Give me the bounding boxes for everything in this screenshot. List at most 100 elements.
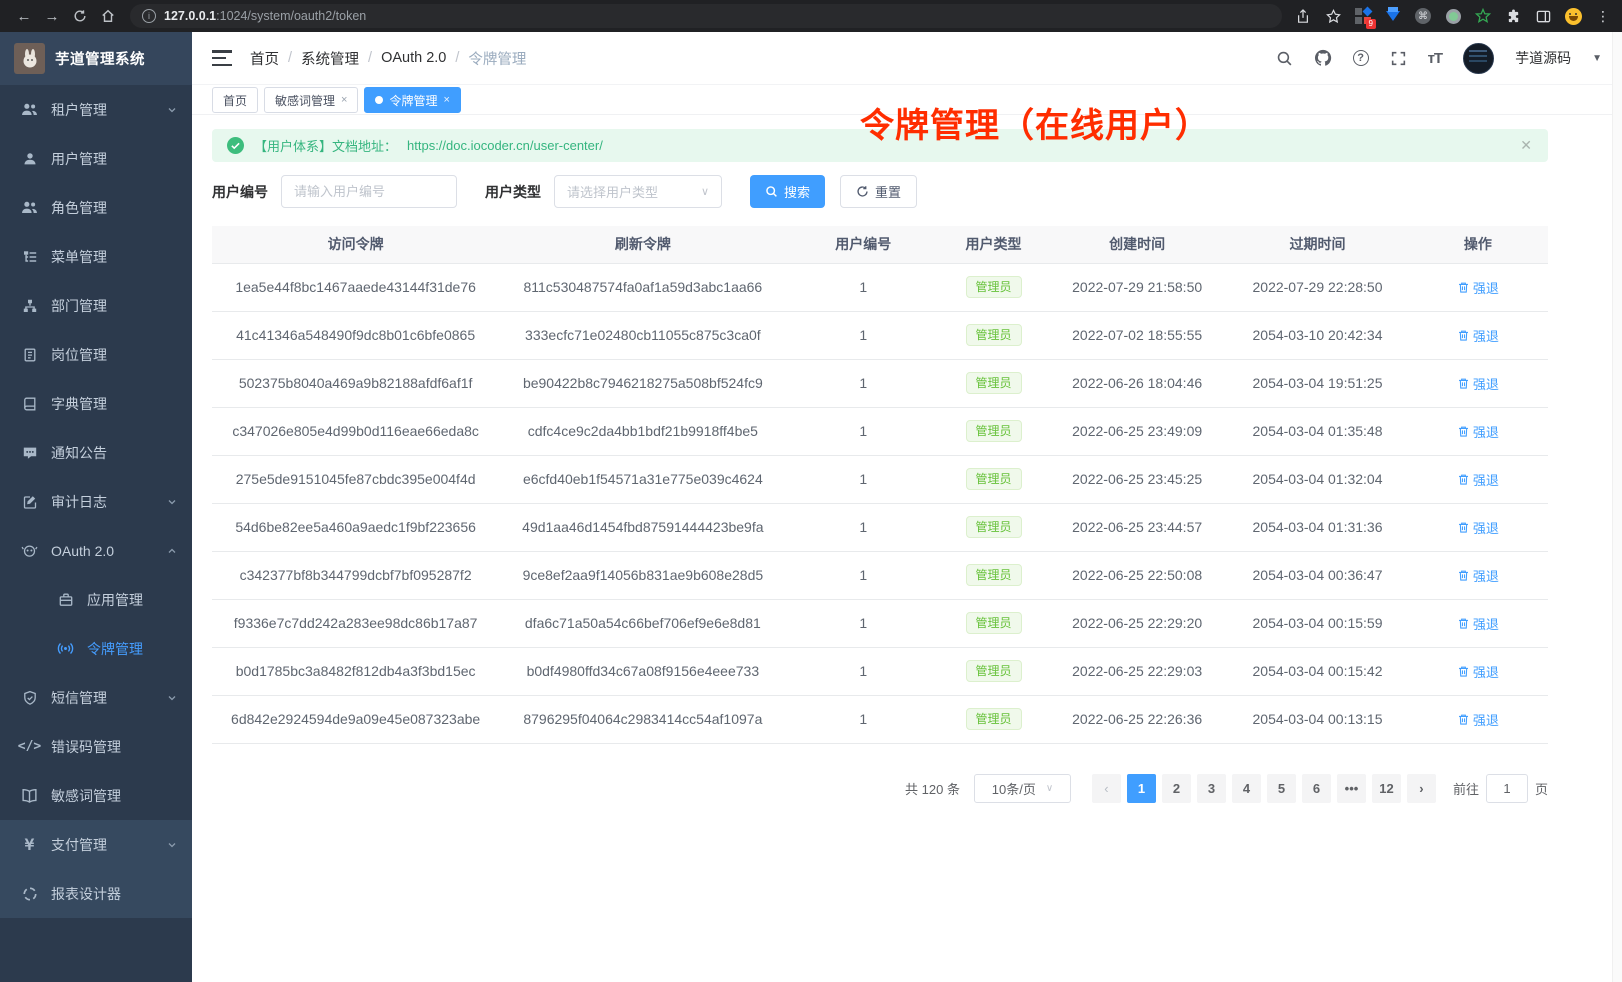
share-icon[interactable] xyxy=(1294,7,1312,25)
breadcrumb-item[interactable]: OAuth 2.0 xyxy=(381,50,446,66)
sidebar-item-oauth2[interactable]: OAuth 2.0 xyxy=(0,526,192,575)
force-logout-button[interactable]: 强退 xyxy=(1457,374,1499,393)
sidebar-item-dict[interactable]: 字典管理 xyxy=(0,379,192,428)
sidebar-item-dept[interactable]: 部门管理 xyxy=(0,281,192,330)
site-info-icon[interactable]: i xyxy=(142,9,156,23)
user-id-input[interactable] xyxy=(281,175,457,208)
table-cell: 9ce8ef2aa9f14056b831ae9b608e28d5 xyxy=(499,551,786,599)
extension-grid-icon[interactable]: 9 xyxy=(1354,7,1372,25)
force-logout-button[interactable]: 强退 xyxy=(1457,326,1499,345)
tab-label: 敏感词管理 xyxy=(275,92,335,109)
table-header-row: 访问令牌刷新令牌用户编号用户类型创建时间过期时间操作 xyxy=(212,226,1548,263)
user-type-select[interactable]: 请选择用户类型 ∨ xyxy=(554,175,722,208)
tab-close-icon[interactable]: × xyxy=(341,94,347,106)
page-size-caret-icon: ∨ xyxy=(1046,783,1053,794)
page-button-12[interactable]: 12 xyxy=(1372,774,1401,803)
side-panel-icon[interactable] xyxy=(1534,7,1552,25)
bookmark-star-icon[interactable] xyxy=(1324,7,1342,25)
sidebar-item-pay[interactable]: ¥支付管理 xyxy=(0,820,192,869)
sidebar-item-sms[interactable]: 短信管理 xyxy=(0,673,192,722)
breadcrumb-item[interactable]: 系统管理 xyxy=(301,48,359,69)
force-logout-button[interactable]: 强退 xyxy=(1457,614,1499,633)
browser-back-button[interactable]: ← xyxy=(10,2,38,30)
column-header-2: 刷新令牌 xyxy=(499,226,786,263)
extension-gem-icon[interactable] xyxy=(1384,7,1402,25)
goto-unit-label: 页 xyxy=(1535,779,1548,798)
table-cell: 1 xyxy=(786,359,940,407)
github-icon[interactable] xyxy=(1314,49,1332,67)
search-icon[interactable] xyxy=(1276,50,1293,67)
browser-home-button[interactable] xyxy=(94,2,122,30)
help-icon[interactable]: ? xyxy=(1353,50,1369,66)
goto-label: 前往 xyxy=(1453,779,1479,798)
sidebar-item-report[interactable]: 报表设计器 xyxy=(0,869,192,918)
extension-recorder-icon[interactable] xyxy=(1444,7,1462,25)
tab-close-icon[interactable]: × xyxy=(443,94,449,106)
sidebar-item-oauth2-app[interactable]: 应用管理 xyxy=(0,575,192,624)
doc-link[interactable]: https://doc.iocoder.cn/user-center/ xyxy=(407,138,603,153)
sidebar-item-role[interactable]: 角色管理 xyxy=(0,183,192,232)
next-page-button[interactable]: › xyxy=(1407,774,1436,803)
force-logout-button[interactable]: 强退 xyxy=(1457,518,1499,537)
sidebar-item-label: 敏感词管理 xyxy=(51,786,121,806)
user-menu-caret-icon[interactable]: ▼ xyxy=(1592,53,1602,64)
browser-menu-dots-icon[interactable]: ⋮ xyxy=(1594,7,1612,25)
user-type-placeholder: 请选择用户类型 xyxy=(567,182,658,201)
address-bar[interactable]: i 127.0.0.1:1024/system/oauth2/token xyxy=(130,4,1282,28)
sidebar-item-error-code[interactable]: </>错误码管理 xyxy=(0,722,192,771)
collapse-sidebar-icon[interactable] xyxy=(212,50,232,66)
page-scrollbar[interactable] xyxy=(1612,32,1622,982)
sidebar-item-sensitive[interactable]: 敏感词管理 xyxy=(0,771,192,820)
shield-icon xyxy=(21,689,38,706)
page-button-2[interactable]: 2 xyxy=(1162,774,1191,803)
force-logout-button[interactable]: 强退 xyxy=(1457,422,1499,441)
extensions-puzzle-icon[interactable] xyxy=(1504,7,1522,25)
sidebar-item-audit-log[interactable]: 审计日志 xyxy=(0,477,192,526)
page-button-3[interactable]: 3 xyxy=(1197,774,1226,803)
sidebar-item-user[interactable]: 用户管理 xyxy=(0,134,192,183)
profile-avatar[interactable] xyxy=(1564,7,1582,25)
search-button[interactable]: 搜索 xyxy=(750,175,825,208)
sidebar-item-tenant[interactable]: 租户管理 xyxy=(0,85,192,134)
page-button-5[interactable]: 5 xyxy=(1267,774,1296,803)
alert-close-icon[interactable]: ✕ xyxy=(1520,137,1532,154)
fullscreen-icon[interactable] xyxy=(1390,50,1407,67)
font-size-icon[interactable]: тT xyxy=(1428,50,1443,67)
page-button-1[interactable]: 1 xyxy=(1127,774,1156,803)
page-button-6[interactable]: 6 xyxy=(1302,774,1331,803)
table-cell: f9336e7c7dd242a283ee98dc86b17a87 xyxy=(212,599,499,647)
extension-command-icon[interactable]: ⌘ xyxy=(1414,7,1432,25)
sidebar-item-notice[interactable]: 通知公告 xyxy=(0,428,192,477)
select-caret-icon: ∨ xyxy=(701,185,709,198)
username[interactable]: 芋道源码 xyxy=(1515,48,1571,68)
sidebar-item-post[interactable]: 岗位管理 xyxy=(0,330,192,379)
force-logout-button[interactable]: 强退 xyxy=(1457,662,1499,681)
app-logo[interactable]: 芋道管理系统 xyxy=(0,32,192,85)
pagination: 共 120 条 10条/页 ∨ ‹ 123456•••12 › 前往 页 xyxy=(212,774,1548,803)
force-logout-button[interactable]: 强退 xyxy=(1457,710,1499,729)
prev-page-button[interactable]: ‹ xyxy=(1092,774,1121,803)
sidebar-item-oauth2-token[interactable]: 令牌管理 xyxy=(0,624,192,673)
table-cell: be90422b8c7946218275a508bf524fc9 xyxy=(499,359,786,407)
breadcrumb-item[interactable]: 首页 xyxy=(250,48,279,69)
trash-icon xyxy=(1457,425,1470,438)
tab-敏感词管理[interactable]: 敏感词管理 × xyxy=(264,87,358,113)
force-logout-button[interactable]: 强退 xyxy=(1457,566,1499,585)
reset-button[interactable]: 重置 xyxy=(840,175,917,208)
tab-令牌管理[interactable]: 令牌管理× xyxy=(364,87,460,113)
force-logout-button[interactable]: 强退 xyxy=(1457,278,1499,297)
page-button-4[interactable]: 4 xyxy=(1232,774,1261,803)
user-avatar[interactable] xyxy=(1463,43,1494,74)
tab-首页[interactable]: 首页 xyxy=(212,87,258,113)
table-cell: 2022-07-02 18:55:55 xyxy=(1047,311,1227,359)
goto-page-input[interactable] xyxy=(1486,774,1528,803)
sidebar-item-menu[interactable]: 菜单管理 xyxy=(0,232,192,281)
table-cell: 2022-06-26 18:04:46 xyxy=(1047,359,1227,407)
page-size-select[interactable]: 10条/页 ∨ xyxy=(974,774,1071,803)
force-logout-button[interactable]: 强退 xyxy=(1457,470,1499,489)
browser-forward-button[interactable]: → xyxy=(38,2,66,30)
browser-reload-button[interactable] xyxy=(66,2,94,30)
extension-star-icon[interactable] xyxy=(1474,7,1492,25)
user-icon xyxy=(21,150,38,167)
more-pages-button[interactable]: ••• xyxy=(1337,774,1366,803)
